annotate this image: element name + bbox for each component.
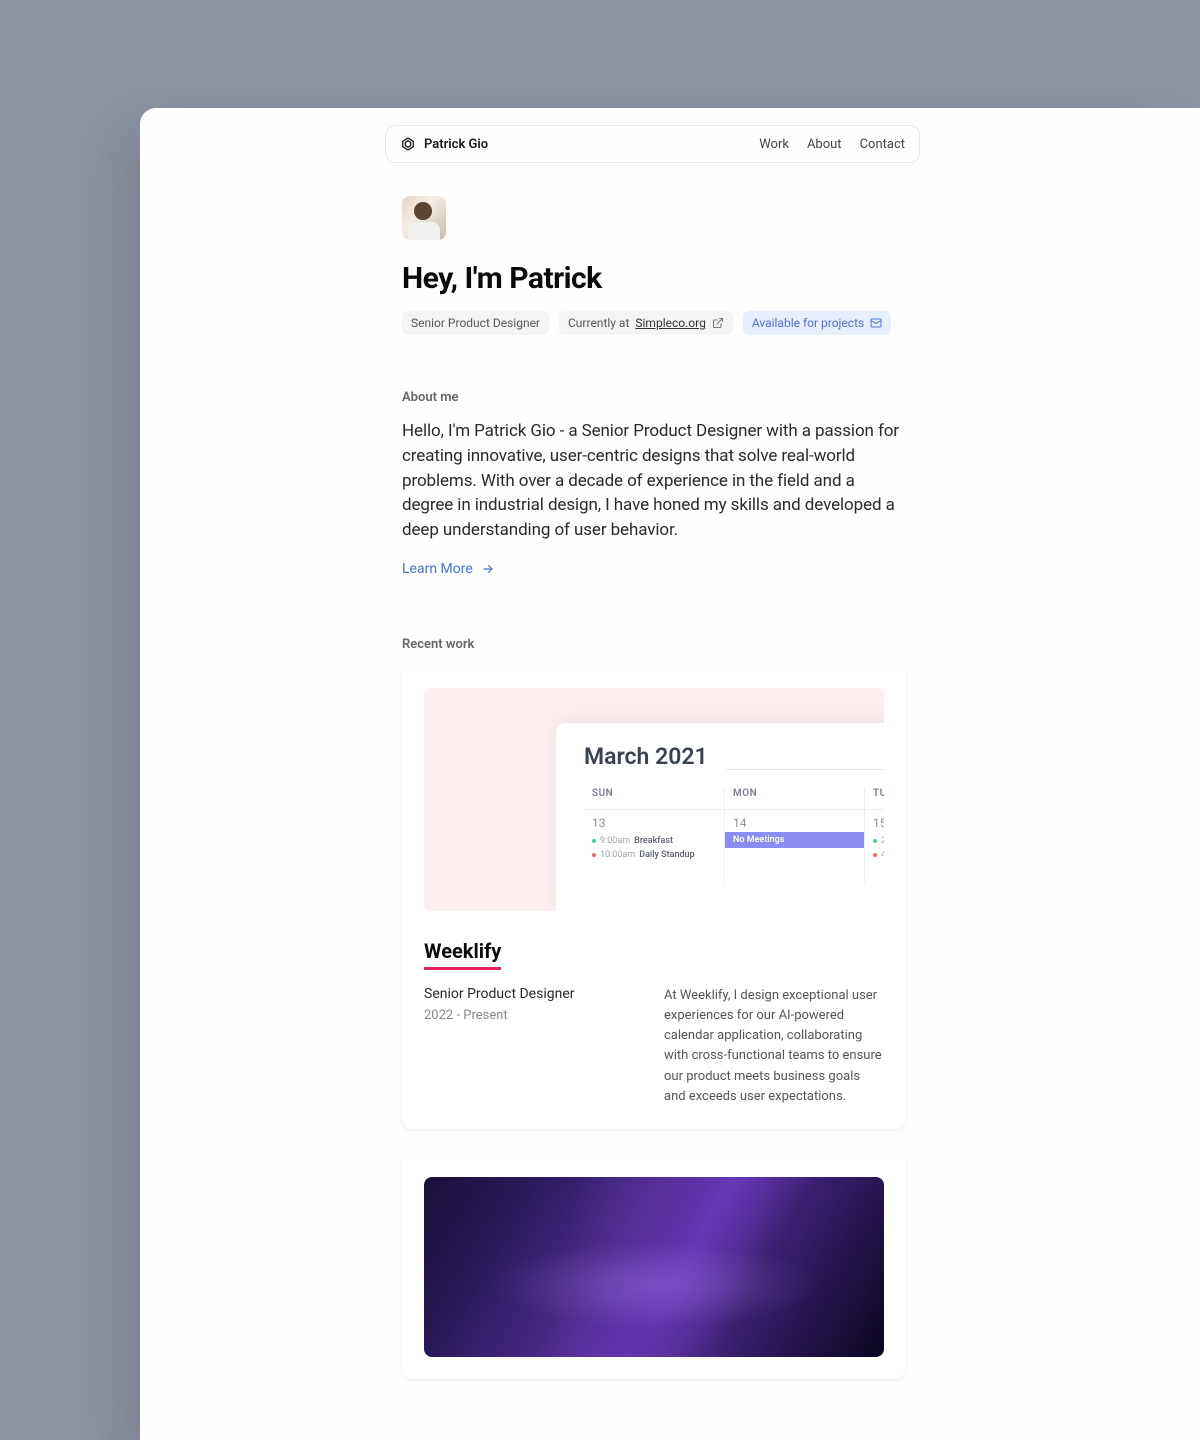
- event-time: 2:0: [881, 836, 884, 846]
- calendar-date: 13: [584, 809, 724, 834]
- work-card-second[interactable]: [402, 1155, 906, 1379]
- badge-current-link[interactable]: Simpleco.org: [635, 316, 705, 330]
- brand-logo-icon: [400, 136, 416, 152]
- event-dot-icon: [592, 853, 596, 857]
- calendar-rule: [726, 769, 884, 770]
- badge-row: Senior Product Designer Currently at Sim…: [402, 311, 906, 335]
- calendar-col-sun: SUN 13 9:00am Breakfast 10:00am: [584, 788, 724, 882]
- work-card-body: Weeklify Senior Product Designer 2022 - …: [402, 911, 906, 1129]
- learn-more-link[interactable]: Learn More: [402, 561, 906, 577]
- calendar-day-label: MON: [725, 788, 864, 799]
- calendar-col-tue: TUE 15 2:0 4:1: [864, 788, 884, 882]
- brand-name: Patrick Gio: [424, 137, 488, 152]
- learn-more-label: Learn More: [402, 561, 473, 577]
- recent-work-label: Recent work: [402, 637, 906, 652]
- calendar-day-label: TUE: [865, 788, 884, 799]
- nav-link-contact[interactable]: Contact: [860, 137, 905, 152]
- main-content: Hey, I'm Patrick Senior Product Designer…: [402, 196, 906, 1379]
- event-time: 10:00am: [600, 850, 635, 860]
- work-card-image: [424, 1177, 884, 1357]
- avatar: [402, 196, 446, 240]
- badge-current-prefix: Currently at: [568, 316, 629, 330]
- badge-current: Currently at Simpleco.org: [559, 311, 733, 335]
- calendar-grid: SUN 13 9:00am Breakfast 10:00am: [584, 788, 884, 882]
- mail-icon: [870, 317, 882, 329]
- calendar-event: 9:00am Breakfast: [584, 834, 724, 848]
- work-card-dates: 2022 - Present: [424, 1008, 624, 1023]
- work-card-image: March 2021 SUN 13 9:00am Breakfast: [424, 688, 884, 911]
- nav-link-about[interactable]: About: [807, 137, 842, 152]
- hero-title: Hey, I'm Patrick: [402, 261, 906, 296]
- calendar-event: 10:00am Daily Standup: [584, 848, 724, 862]
- work-card-role: Senior Product Designer: [424, 986, 624, 1002]
- event-label: Daily Standup: [639, 850, 694, 860]
- calendar-col-mon: MON 14 No Meetings: [724, 788, 864, 882]
- event-label: Breakfast: [634, 836, 673, 846]
- work-card-description: At Weeklify, I design exceptional user e…: [664, 986, 884, 1107]
- calendar-month: March 2021: [584, 743, 884, 770]
- calendar-event: 4:1: [865, 848, 884, 862]
- event-time: 9:00am: [600, 836, 630, 846]
- arrow-right-icon: [481, 562, 495, 576]
- work-card-weeklify[interactable]: March 2021 SUN 13 9:00am Breakfast: [402, 666, 906, 1129]
- nav-link-work[interactable]: Work: [759, 137, 789, 152]
- about-text: Hello, I'm Patrick Gio - a Senior Produc…: [402, 419, 906, 543]
- page-container: Patrick Gio Work About Contact Hey, I'm …: [140, 108, 1200, 1440]
- calendar-event: 2:0: [865, 834, 884, 848]
- about-label: About me: [402, 390, 906, 405]
- calendar-date: 14: [725, 809, 864, 834]
- event-dot-icon: [873, 839, 877, 843]
- badge-available-label: Available for projects: [752, 316, 864, 330]
- nav-brand[interactable]: Patrick Gio: [400, 136, 488, 152]
- work-card-title: Weeklify: [424, 939, 501, 970]
- event-dot-icon: [873, 853, 877, 857]
- event-dot-icon: [592, 839, 596, 843]
- external-link-icon: [712, 317, 724, 329]
- calendar-day-label: SUN: [584, 788, 724, 799]
- top-nav: Patrick Gio Work About Contact: [385, 125, 920, 163]
- calendar-banner: No Meetings: [725, 832, 864, 848]
- badge-available[interactable]: Available for projects: [743, 311, 891, 335]
- calendar-mockup: March 2021 SUN 13 9:00am Breakfast: [556, 723, 884, 911]
- calendar-date: 15: [865, 809, 884, 834]
- event-time: 4:1: [881, 850, 884, 860]
- nav-links: Work About Contact: [759, 137, 905, 152]
- badge-role: Senior Product Designer: [402, 311, 549, 335]
